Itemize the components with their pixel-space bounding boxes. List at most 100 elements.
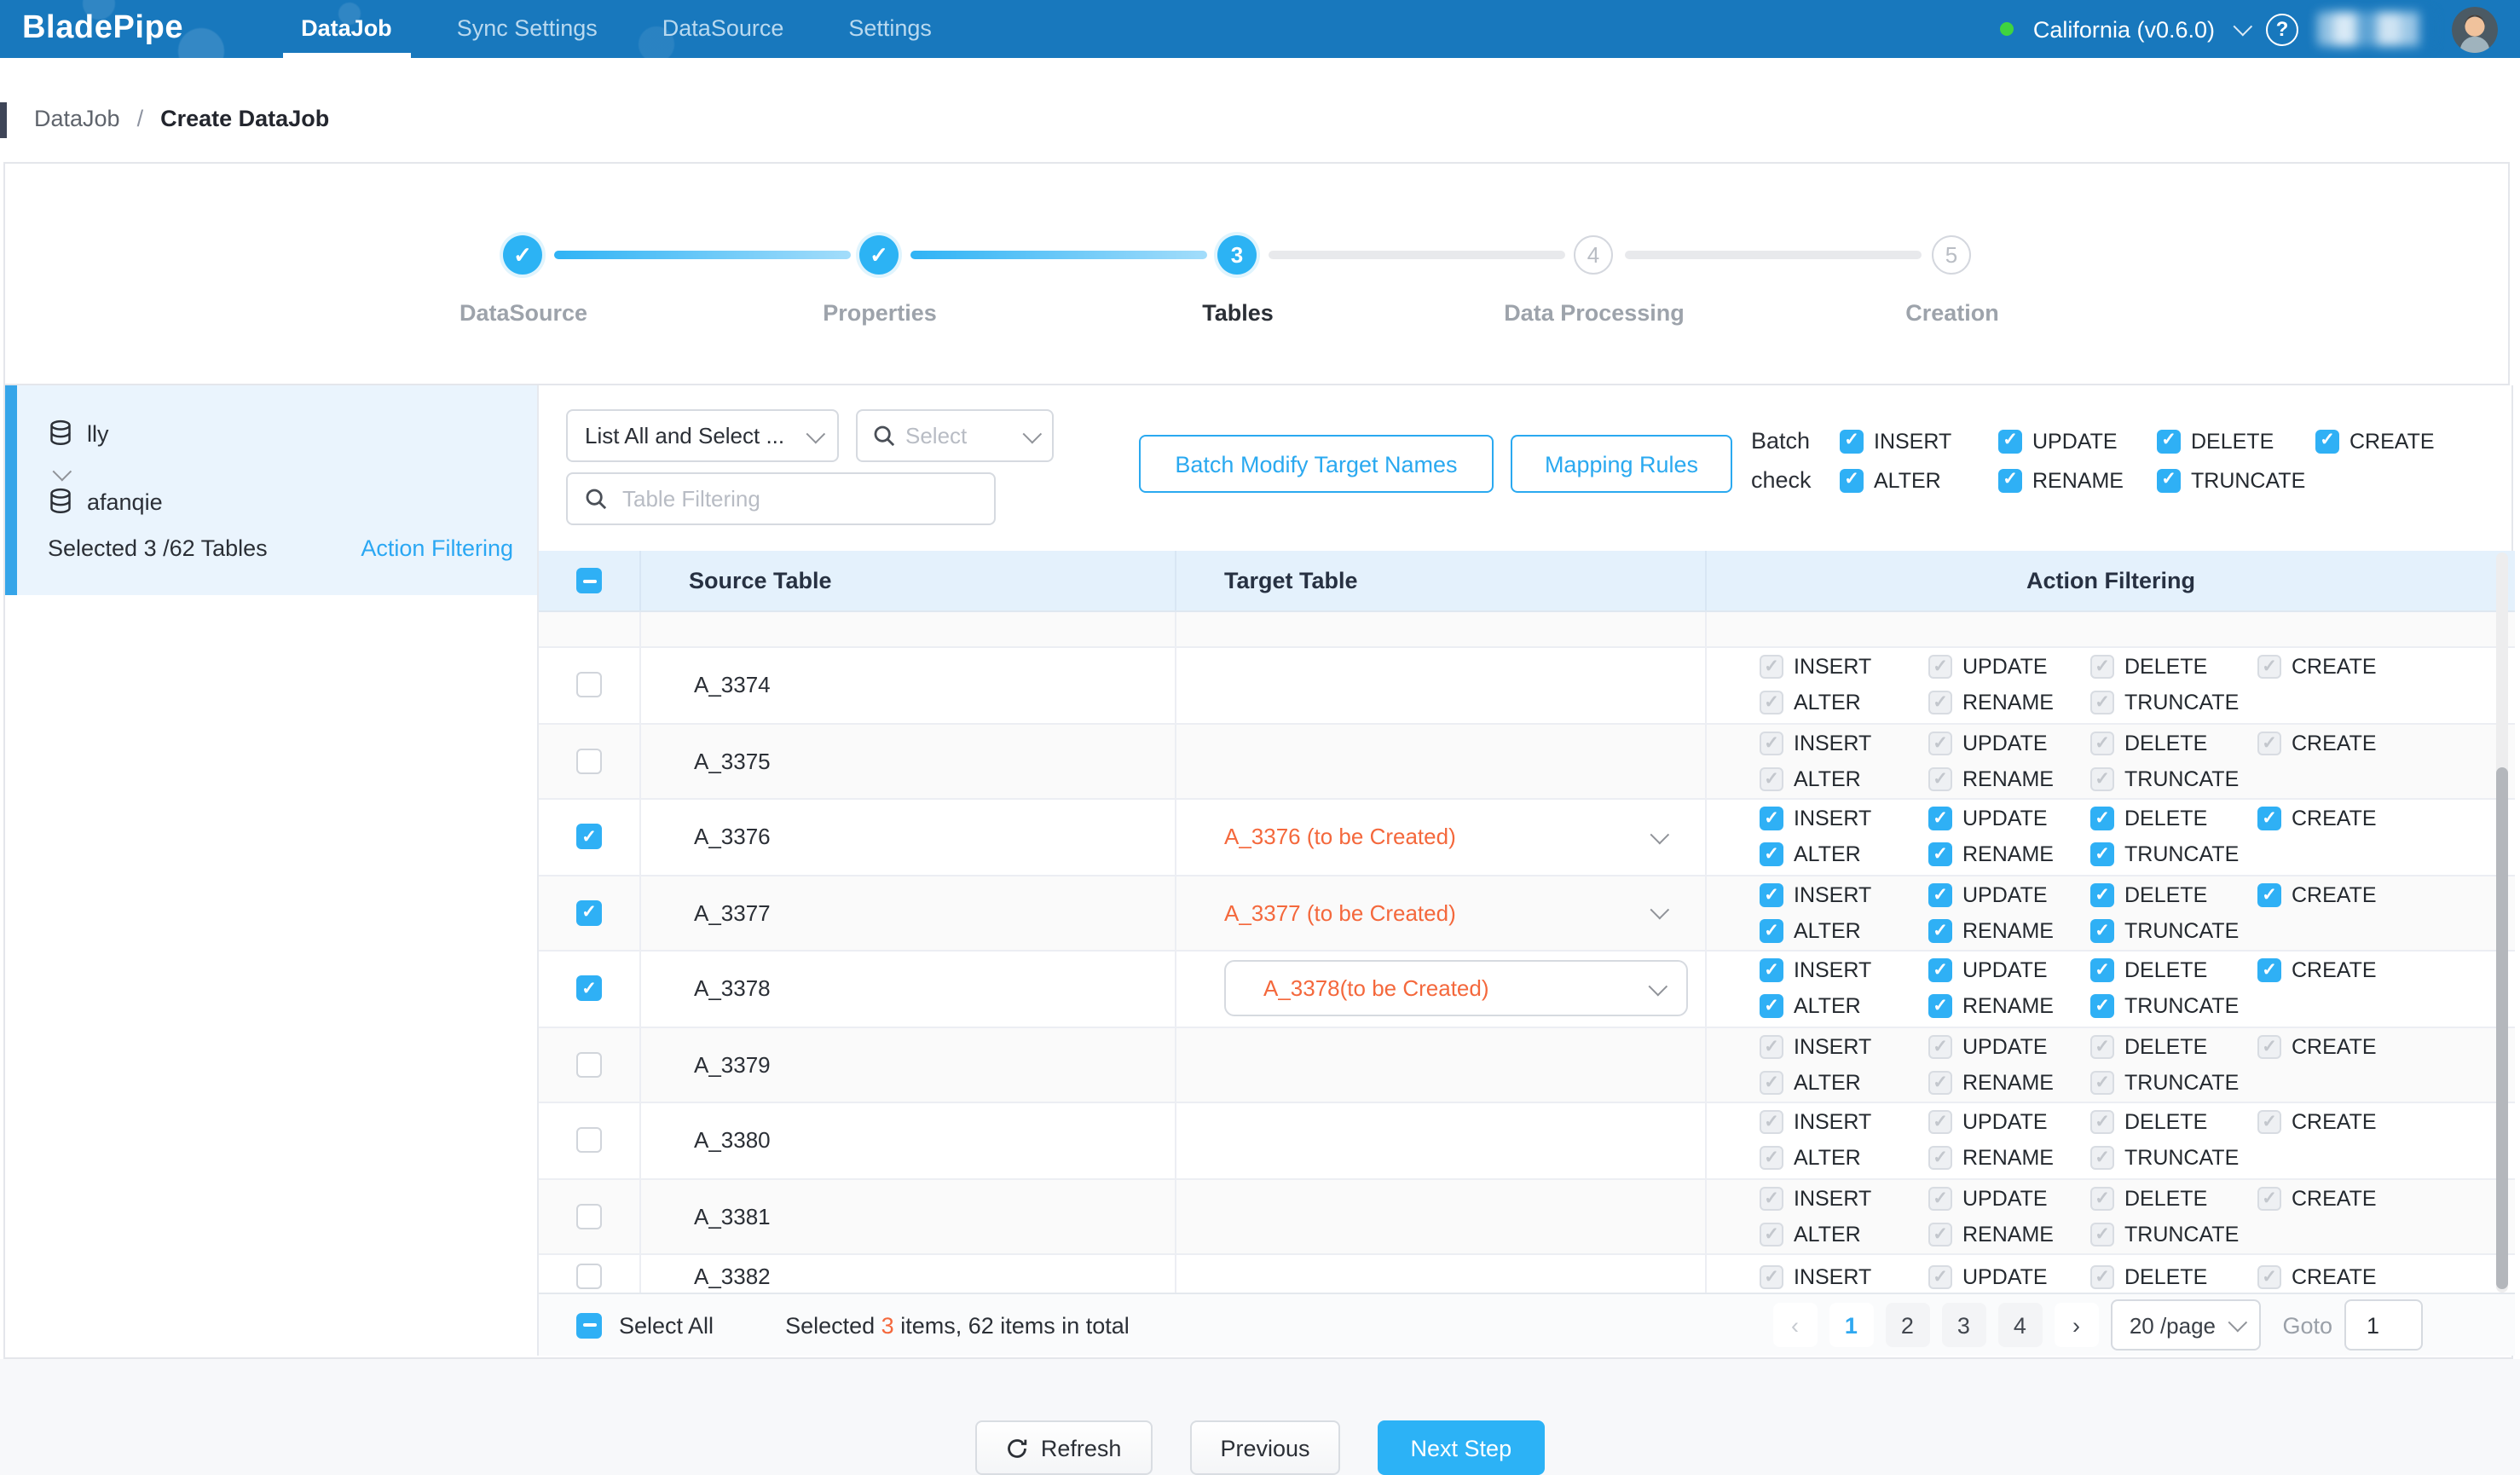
action-checkbox-alter[interactable] (1760, 995, 1783, 1019)
action-checkbox-alter[interactable] (1760, 919, 1783, 943)
action-filtering-link[interactable]: Action Filtering (361, 535, 513, 561)
action-checkbox-truncate[interactable] (2157, 468, 2181, 492)
list-mode-select[interactable]: List All and Select ... (566, 409, 839, 462)
action-checkbox-insert[interactable] (1840, 429, 1864, 453)
action-checkbox-create[interactable] (2257, 883, 2281, 907)
action-checkbox-label: DELETE (2124, 959, 2207, 983)
step-label-data-processing: Data Processing (1458, 300, 1731, 326)
select-all-header-checkbox[interactable] (576, 568, 602, 593)
action-checkbox-delete[interactable] (2090, 959, 2114, 983)
action-checkbox-update (1928, 656, 1952, 680)
refresh-button[interactable]: Refresh (976, 1420, 1153, 1475)
row-checkbox[interactable] (576, 673, 602, 698)
search-icon (873, 425, 895, 447)
action-checkbox-rename[interactable] (1928, 919, 1952, 943)
action-checkbox-label: TRUNCATE (2124, 919, 2239, 943)
action-checkbox-create[interactable] (2257, 807, 2281, 831)
row-checkbox[interactable] (576, 1128, 602, 1154)
scrollbar-thumb[interactable] (2496, 767, 2508, 1289)
action-checkbox-rename[interactable] (1928, 995, 1952, 1019)
action-checkbox-create[interactable] (2315, 429, 2339, 453)
action-checkbox-truncate[interactable] (2090, 919, 2114, 943)
table-filter-input[interactable] (619, 484, 977, 513)
action-checkbox-insert[interactable] (1760, 883, 1783, 907)
action-option-create: CREATE (2257, 1265, 2377, 1289)
action-checkbox-create[interactable] (2257, 959, 2281, 983)
action-checkbox-delete[interactable] (2090, 883, 2114, 907)
env-status-dot (2001, 22, 2014, 36)
env-selector-label[interactable]: California (v0.6.0) (2033, 16, 2215, 42)
action-checkbox-label: UPDATE (1962, 807, 2048, 831)
action-option-delete: DELETE (2157, 429, 2315, 453)
pagination-prev-button[interactable]: ‹ (1772, 1303, 1817, 1347)
action-checkbox-insert[interactable] (1760, 807, 1783, 831)
action-checkbox-rename[interactable] (1998, 468, 2022, 492)
action-checkbox-alter[interactable] (1760, 843, 1783, 867)
step-label-tables: Tables (1101, 300, 1374, 326)
action-checkbox-create (2257, 732, 2281, 755)
source-table-name: A_3377 (694, 900, 771, 926)
action-option-truncate: TRUNCATE (2090, 995, 2257, 1019)
action-checkbox-create (2257, 1111, 2281, 1135)
action-checkbox-label: DELETE (2124, 1187, 2207, 1211)
action-checkbox-label: INSERT (1794, 807, 1871, 831)
pagination-page-1[interactable]: 1 (1829, 1303, 1873, 1347)
action-checkbox-update (1928, 1265, 1952, 1289)
row-checkbox[interactable] (576, 1052, 602, 1078)
target-table-cell (1176, 1179, 1707, 1253)
action-checkbox-update (1928, 1035, 1952, 1059)
action-checkbox-label: RENAME (1962, 995, 2054, 1019)
action-checkbox-truncate[interactable] (2090, 995, 2114, 1019)
pagination-next-button[interactable]: › (2054, 1303, 2098, 1347)
action-option-create: CREATE (2257, 807, 2515, 831)
action-checkbox-truncate (2090, 691, 2114, 715)
nav-item-settings[interactable]: Settings (816, 0, 964, 58)
target-table-name[interactable]: A_3376 (to be Created) (1224, 824, 1456, 850)
nav-menu: DataJob Sync Settings DataSource Setting… (269, 0, 964, 58)
action-option-insert: INSERT (1760, 883, 1928, 907)
action-checkbox-rename[interactable] (1928, 843, 1952, 867)
action-checkbox-truncate[interactable] (2090, 843, 2114, 867)
select-all-footer-checkbox[interactable] (576, 1312, 602, 1338)
pagination-page-2[interactable]: 2 (1885, 1303, 1929, 1347)
action-checkbox-alter[interactable] (1840, 468, 1864, 492)
action-checkbox-update[interactable] (1928, 883, 1952, 907)
help-icon[interactable]: ? (2266, 13, 2298, 45)
next-step-button[interactable]: Next Step (1378, 1420, 1545, 1475)
avatar[interactable] (2452, 6, 2498, 52)
table-row: A_3382 INSERTUPDATEDELETECREATEALTERRENA… (539, 1255, 2515, 1296)
brand-logo: BladePipe (22, 10, 183, 48)
previous-button[interactable]: Previous (1189, 1420, 1340, 1475)
action-checkbox-update[interactable] (1928, 959, 1952, 983)
column-select[interactable]: Select (856, 409, 1054, 462)
action-option-update: UPDATE (1928, 883, 2090, 907)
target-table-name[interactable]: A_3377 (to be Created) (1224, 900, 1456, 926)
goto-page-input[interactable] (2344, 1299, 2423, 1351)
row-checkbox[interactable] (576, 976, 602, 1002)
page-size-select[interactable]: 20 /page (2110, 1299, 2260, 1351)
row-checkbox[interactable] (576, 824, 602, 850)
batch-check-label-line1: Batch (1751, 428, 1840, 454)
action-checkbox-update[interactable] (1928, 807, 1952, 831)
action-checkbox-label: DELETE (2124, 1265, 2207, 1289)
action-checkbox-update[interactable] (1998, 429, 2022, 453)
chevron-down-icon[interactable] (2234, 17, 2253, 37)
batch-modify-target-names-button[interactable]: Batch Modify Target Names (1139, 435, 1494, 493)
pagination-page-3[interactable]: 3 (1941, 1303, 1985, 1347)
breadcrumb-parent[interactable]: DataJob (34, 106, 120, 131)
nav-item-datajob[interactable]: DataJob (269, 0, 425, 58)
nav-item-datasource[interactable]: DataSource (630, 0, 817, 58)
select-all-label: Select All (619, 1312, 714, 1338)
target-table-select[interactable]: A_3378(to be Created) (1224, 961, 1688, 1017)
row-checkbox[interactable] (576, 1264, 602, 1289)
row-checkbox[interactable] (576, 900, 602, 926)
action-checkbox-insert[interactable] (1760, 959, 1783, 983)
mapping-rules-button[interactable]: Mapping Rules (1511, 435, 1732, 493)
pagination-page-4[interactable]: 4 (1997, 1303, 2042, 1347)
row-checkbox[interactable] (576, 749, 602, 774)
action-checkbox-delete[interactable] (2157, 429, 2181, 453)
row-checkbox[interactable] (576, 1204, 602, 1229)
action-checkbox-label: DELETE (2124, 1035, 2207, 1059)
action-checkbox-delete[interactable] (2090, 807, 2114, 831)
nav-item-sync-settings[interactable]: Sync Settings (425, 0, 630, 58)
